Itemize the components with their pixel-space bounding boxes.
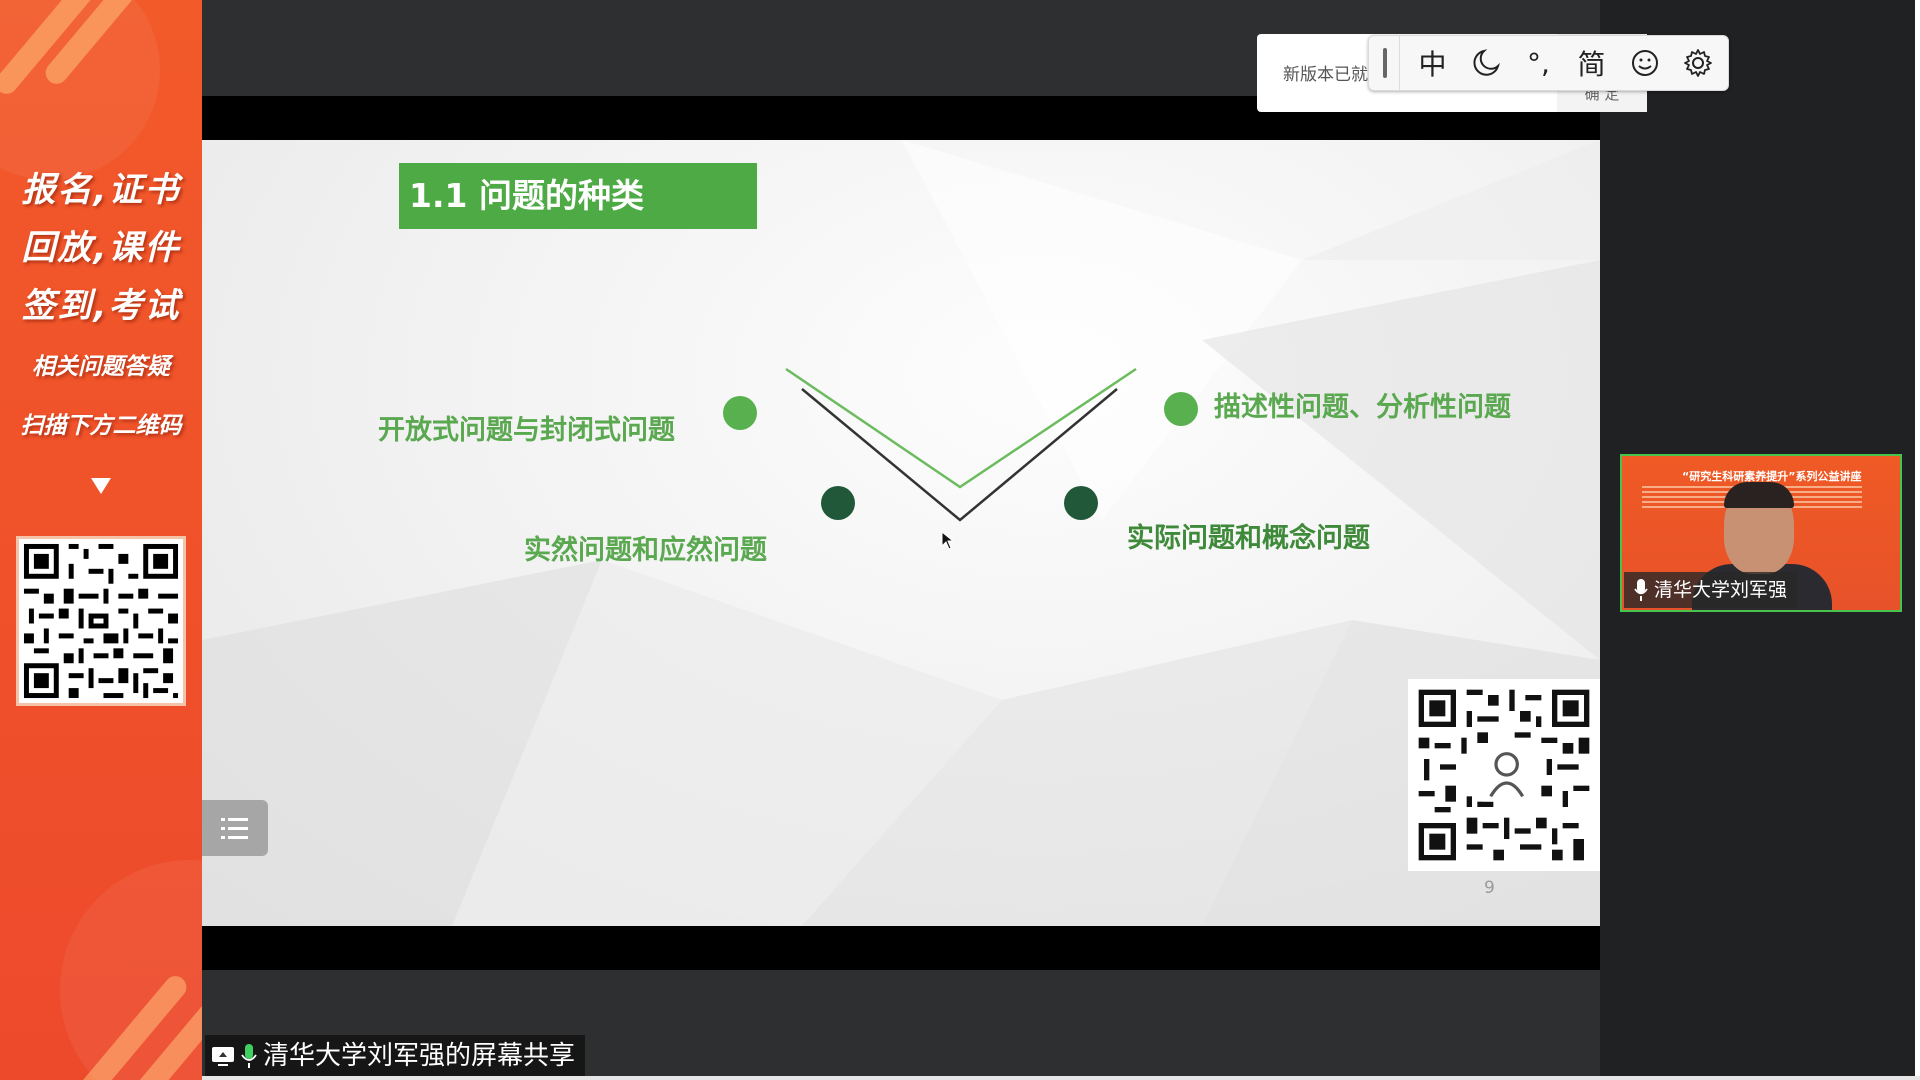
promo-qr-code (16, 536, 186, 706)
speaker-video-tile[interactable]: “研究生科研素养提升”系列公益讲座 清华大学刘军强 (1620, 454, 1902, 612)
screen-share-label: 清华大学刘军强的屏幕共享 (205, 1035, 586, 1077)
mouse-cursor-icon (941, 531, 955, 550)
slide-menu-button[interactable] (202, 800, 268, 856)
slide-item-3: 描述性问题、分析性问题 (1214, 392, 1511, 423)
screen-share-icon (212, 1047, 234, 1066)
v-diagram (785, 367, 1137, 522)
microphone-icon (241, 1044, 257, 1068)
letterbox-bottom (202, 926, 1600, 970)
slide-item-2: 实然问题和应然问题 (524, 535, 767, 566)
ime-drag-handle[interactable] (1383, 48, 1387, 78)
speaker-name: 清华大学刘军强 (1654, 579, 1788, 601)
promo-line-3: 签到,考试 (21, 286, 181, 326)
ime-toolbar: 中 °, 简 (1368, 35, 1729, 91)
gear-icon[interactable] (1671, 36, 1724, 90)
punctuation-icon[interactable]: °, (1512, 36, 1565, 90)
promo-line-4: 相关问题答疑 (32, 354, 170, 380)
slide-qr-code (1408, 679, 1600, 871)
bullet-dot-3 (1164, 392, 1198, 426)
simplified-icon[interactable]: 简 (1565, 36, 1618, 90)
bullet-dot-2 (821, 486, 855, 520)
screen-share-text: 清华大学刘军强的屏幕共享 (263, 1041, 576, 1071)
slide-item-1: 开放式问题与封闭式问题 (378, 415, 675, 446)
down-arrow-icon (91, 478, 111, 494)
speaker-name-tag: 清华大学刘军强 (1624, 572, 1798, 608)
microphone-icon (1634, 579, 1648, 601)
slide-item-4: 实际问题和概念问题 (1127, 523, 1370, 554)
shared-slide: 1.1 问题的种类 开放式问题与封闭式问题 实然问题和应然问题 描述性问题、分析… (202, 140, 1600, 926)
chinese-mode-icon[interactable]: 中 (1406, 36, 1459, 90)
promo-line-2: 回放,课件 (21, 228, 181, 268)
update-notice-text: 新版本已就 (1283, 65, 1368, 85)
bullet-dot-4 (1064, 486, 1098, 520)
promo-line-1: 报名,证书 (21, 170, 181, 210)
page-number: 9 (1484, 878, 1495, 898)
promo-panel: 报名,证书 回放,课件 签到,考试 相关问题答疑 扫描下方二维码 (0, 0, 202, 1080)
emoji-icon[interactable] (1618, 36, 1671, 90)
bullet-dot-1 (723, 396, 757, 430)
moon-icon[interactable] (1459, 36, 1512, 90)
promo-line-5: 扫描下方二维码 (20, 413, 182, 439)
list-icon (221, 818, 248, 839)
